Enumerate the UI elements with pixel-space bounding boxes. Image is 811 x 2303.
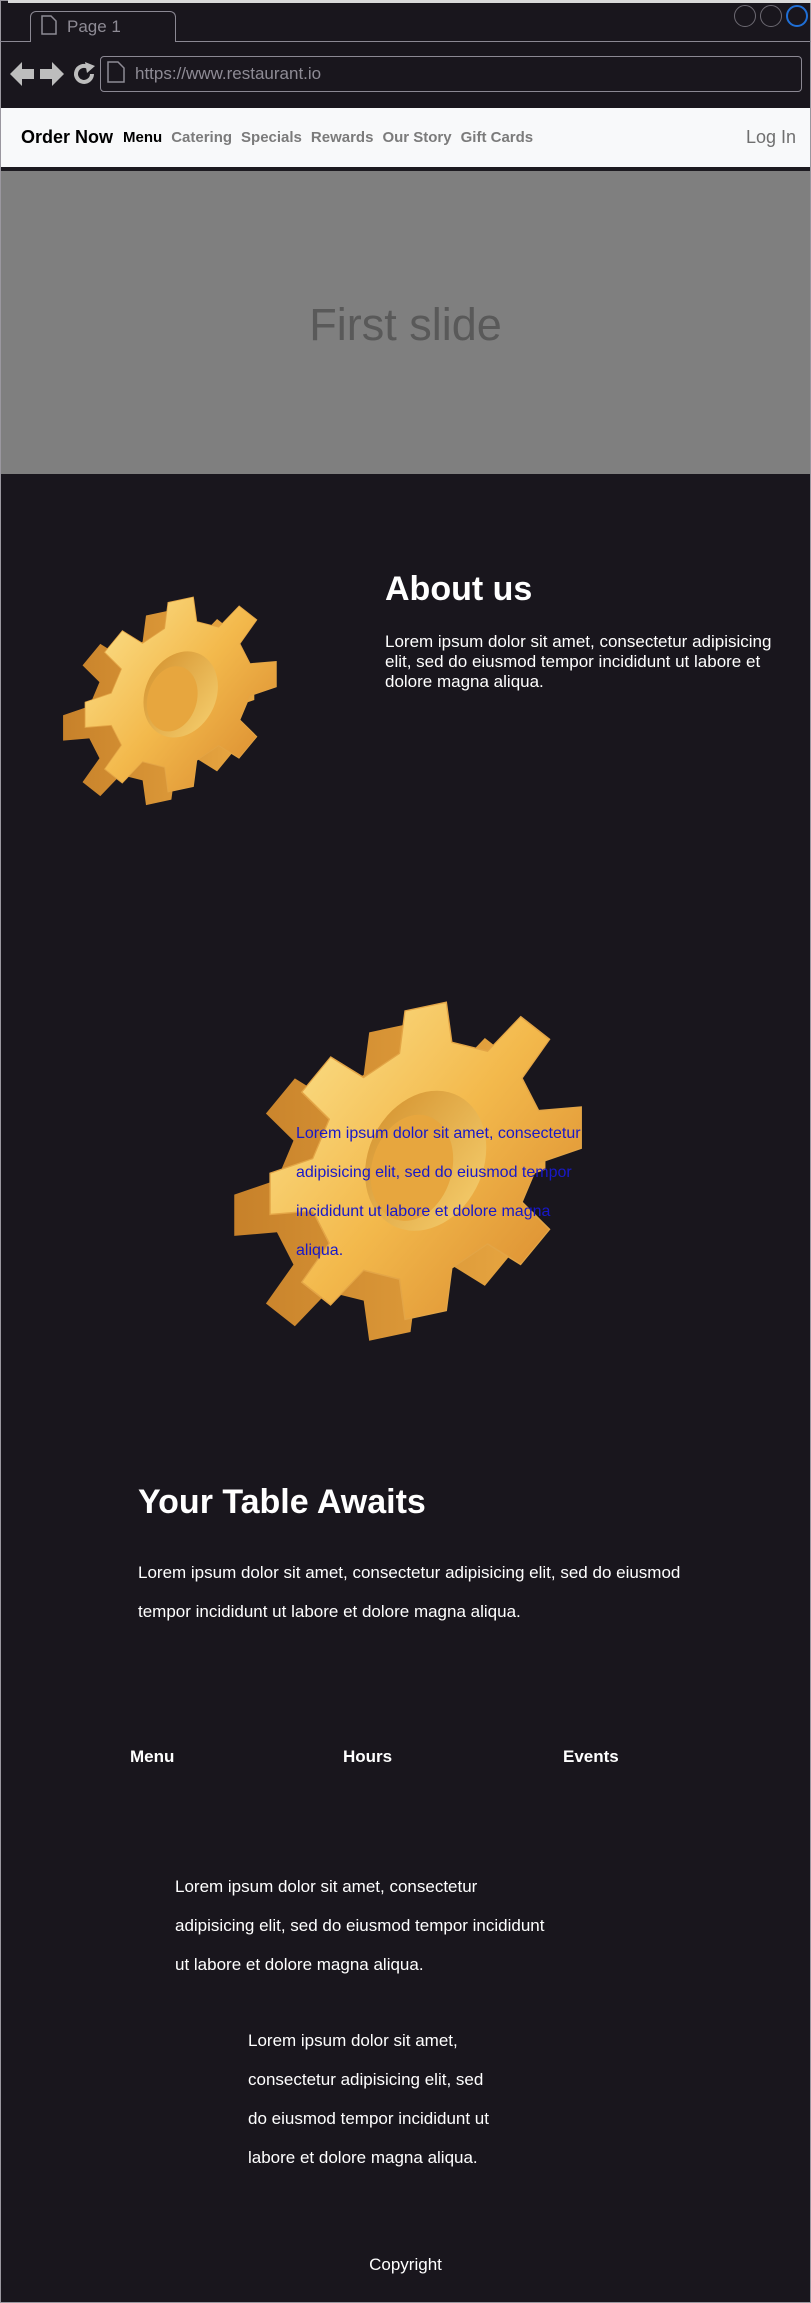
nav-link-gift-cards[interactable]: Gift Cards [461,129,534,146]
window-top-edge [4,0,811,3]
feature-text: Lorem ipsum dolor sit amet, consectetur … [296,1125,581,1259]
nav-links: Menu Catering Specials Rewards Our Story… [123,129,533,146]
cta-title: Your Table Awaits [138,1483,426,1521]
address-bar[interactable]: https://www.restaurant.io [100,56,802,92]
close-button[interactable] [786,5,808,27]
nav-link-rewards[interactable]: Rewards [311,129,374,146]
browser-toolbar: https://www.restaurant.io [0,42,811,108]
about-title: About us [385,570,533,608]
window-controls [734,5,808,27]
back-icon[interactable] [10,62,34,91]
nav-link-menu[interactable]: Menu [123,129,162,146]
hero-carousel-slide[interactable]: First slide [1,171,810,474]
minimize-button[interactable] [734,5,756,27]
footer-heading-menu[interactable]: Menu [130,1747,174,1767]
footer-heading-hours[interactable]: Hours [343,1747,392,1767]
tab-title: Page 1 [67,17,121,36]
reload-icon[interactable] [72,62,96,91]
slide-label: First slide [309,298,502,350]
maximize-button[interactable] [760,5,782,27]
nav-link-specials[interactable]: Specials [241,129,302,146]
nav-link-our-story[interactable]: Our Story [382,129,451,146]
login-link[interactable]: Log In [746,127,796,148]
browser-tab[interactable]: Page 1 [30,11,176,42]
forward-icon[interactable] [40,62,64,91]
brand-link[interactable]: Order Now [21,127,113,148]
footer-paragraph: Lorem ipsum dolor sit amet, consectetur … [248,2031,489,2167]
about-text: Lorem ipsum dolor sit amet, consectetur … [385,632,772,691]
gear-icon [58,565,278,828]
cta-text: Lorem ipsum dolor sit amet, consectetur … [138,1563,681,1621]
site-navbar: Order Now Menu Catering Specials Rewards… [1,108,810,171]
footer-paragraph: Lorem ipsum dolor sit amet, consectetur … [175,1877,545,1974]
page-icon [107,60,125,88]
url-text: https://www.restaurant.io [135,64,322,83]
nav-link-catering[interactable]: Catering [171,129,232,146]
footer-heading-events[interactable]: Events [563,1747,619,1767]
page-icon [41,14,57,40]
copyright-text: Copyright [369,2255,442,2274]
